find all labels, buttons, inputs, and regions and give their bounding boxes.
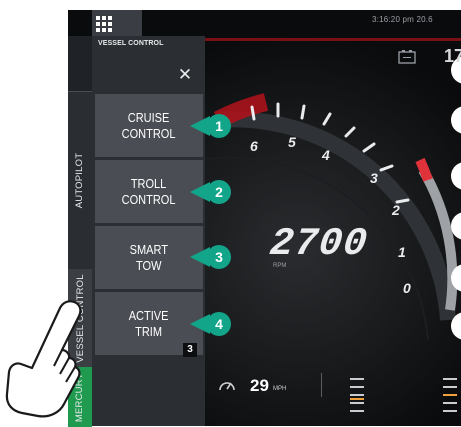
speedometer-icon [219,382,235,391]
side-tab-spacer [68,36,92,92]
callout-3: 3 [190,244,235,270]
tach-label-6: 6 [250,138,258,154]
speed-unit-label: MPH [273,386,287,392]
smart-tow-button[interactable]: SMART TOW [95,226,203,289]
tach-label-0: 0 [403,280,411,296]
tab-autopilot-label: AUTOPILOT [74,152,86,208]
callout-1: 1 [190,113,235,139]
tach-label-3: 3 [370,170,378,186]
grid-icon [96,16,112,32]
callout-number: 4 [207,312,231,336]
clock-readout: 3:16:20 pm 20.6 [372,15,433,24]
apps-menu-button[interactable] [92,10,142,38]
rpm-readout: 2700 [267,222,370,266]
active-trim-label: ACTIVE TRIM [129,308,169,339]
hand-pointer-icon [5,300,82,418]
callout-number: 1 [207,114,231,138]
callout-2: 2 [190,179,235,205]
cruise-control-button[interactable]: CRUISE CONTROL [95,94,203,157]
active-trim-badge: 3 [183,343,197,357]
speed-readout: 29 [250,376,269,395]
callout-number: 2 [207,180,231,204]
battery-icon [398,50,416,64]
smart-tow-label: SMART TOW [129,242,169,273]
tach-label-2: 2 [392,202,400,218]
troll-control-label: TROLL CONTROL [122,176,176,207]
divider [321,373,322,397]
panel-title: VESSEL CONTROL [98,40,164,47]
close-icon[interactable]: ✕ [176,66,194,84]
callout-4: 4 [190,311,235,337]
tab-autopilot[interactable]: AUTOPILOT [68,91,92,270]
tach-label-1: 1 [398,244,406,260]
troll-control-button[interactable]: TROLL CONTROL [95,160,203,223]
callout-number: 3 [207,245,231,269]
tach-label-4: 4 [322,147,330,163]
top-right-value: 17 [444,46,461,66]
tach-label-5: 5 [288,134,296,150]
cruise-control-label: CRUISE CONTROL [122,110,176,141]
rpm-unit-label: RPM [273,263,287,269]
